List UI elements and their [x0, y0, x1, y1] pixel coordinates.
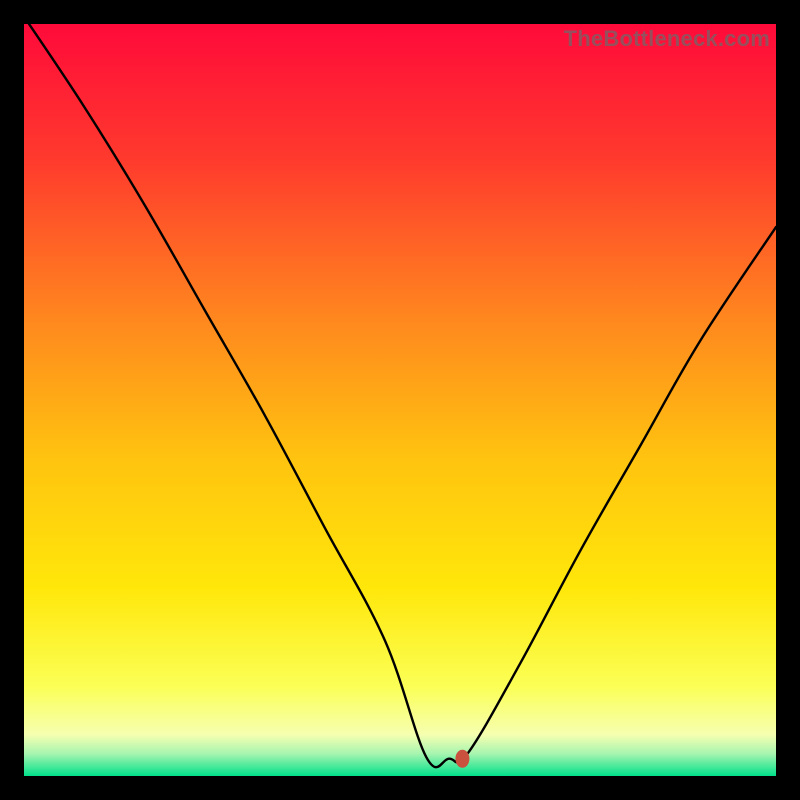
optimal-marker	[455, 750, 469, 768]
gradient-background	[24, 24, 776, 776]
watermark-text: TheBottleneck.com	[564, 26, 770, 52]
bottleneck-chart	[24, 24, 776, 776]
chart-frame: TheBottleneck.com	[24, 24, 776, 776]
